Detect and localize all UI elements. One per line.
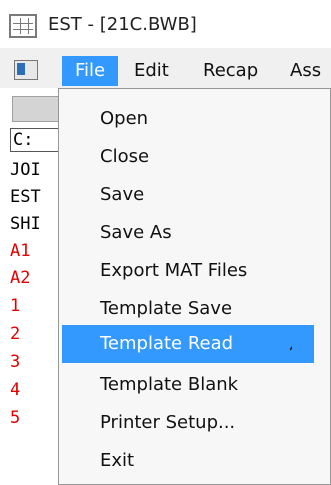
menu-item-template-save[interactable]: Template Save: [100, 292, 232, 326]
left-row: 5: [10, 408, 21, 428]
menu-file[interactable]: File: [62, 56, 118, 86]
left-row: 4: [10, 380, 21, 400]
menu-item-export-mat[interactable]: Export MAT Files: [100, 254, 247, 288]
annotation-line: [290, 345, 292, 351]
grid-icon[interactable]: [9, 14, 37, 38]
menu-item-exit[interactable]: Exit: [100, 444, 134, 478]
menu-item-template-read[interactable]: Template Read: [100, 327, 233, 361]
menu-item-open[interactable]: Open: [100, 102, 148, 136]
menu-edit[interactable]: Edit: [134, 56, 169, 86]
left-row: 1: [10, 296, 21, 316]
left-row: EST: [10, 187, 41, 207]
left-row: A2: [10, 268, 31, 288]
drive-field[interactable]: C:: [10, 128, 60, 152]
left-row: A1: [10, 241, 31, 261]
window-title: EST - [21C.BWB]: [48, 14, 197, 35]
left-row: SHI: [10, 214, 41, 234]
menu-item-printer-setup[interactable]: Printer Setup...: [100, 406, 235, 440]
left-row: JOI: [10, 160, 41, 180]
left-row: 3: [10, 352, 21, 372]
menu-item-save[interactable]: Save: [100, 178, 144, 212]
menu-item-template-blank[interactable]: Template Blank: [100, 368, 238, 402]
menu-ass[interactable]: Ass: [290, 56, 321, 86]
menu-recap[interactable]: Recap: [203, 56, 258, 86]
menu-item-save-as[interactable]: Save As: [100, 216, 172, 250]
title-bar: EST - [21C.BWB]: [0, 0, 331, 48]
toolbar-button[interactable]: [12, 96, 60, 122]
left-row: 2: [10, 324, 21, 344]
menu-item-close[interactable]: Close: [100, 140, 149, 174]
document-icon[interactable]: [14, 60, 38, 80]
